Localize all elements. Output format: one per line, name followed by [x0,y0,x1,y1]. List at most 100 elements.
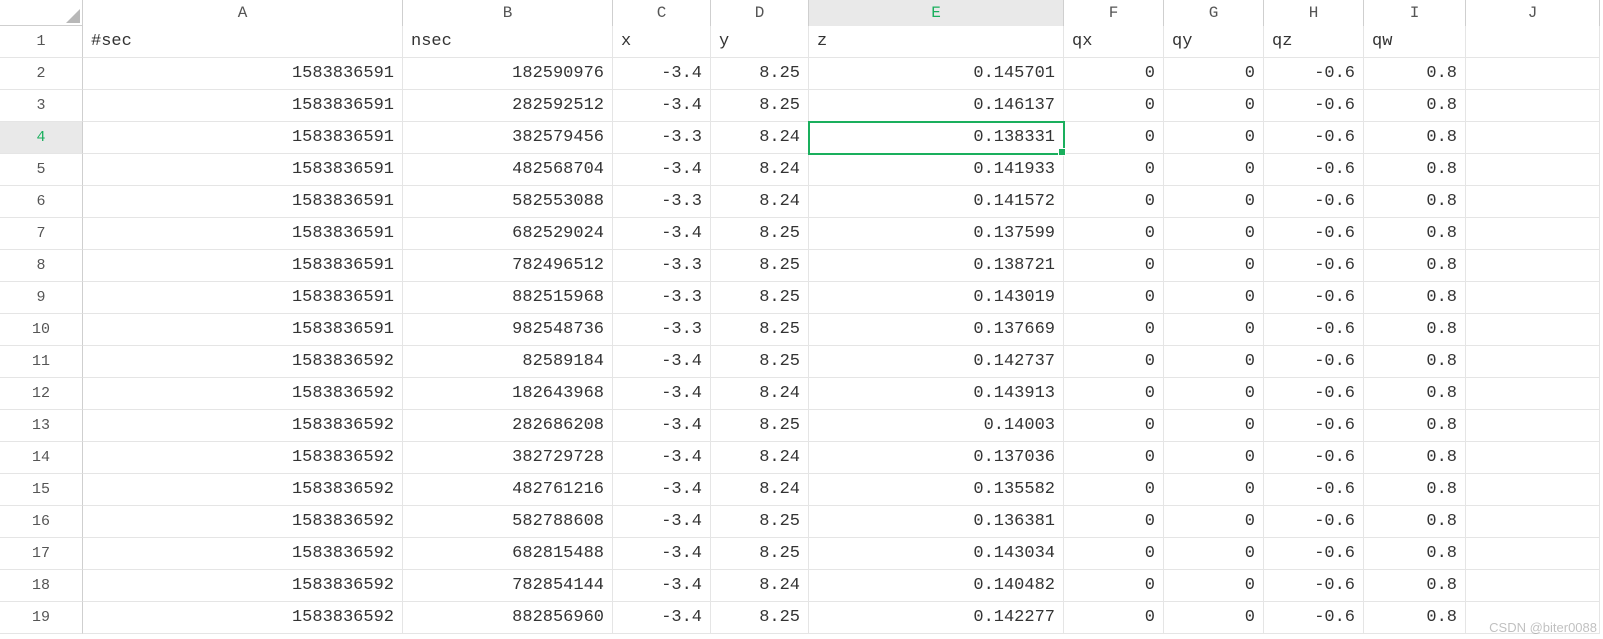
cell-D10[interactable]: 8.25 [711,314,809,346]
spreadsheet-viewport[interactable]: ABCDEFGHIJ 12345678910111213141516171819… [0,0,1603,639]
cell-B15[interactable]: 482761216 [403,474,613,506]
cell-F1[interactable]: qx [1064,26,1164,58]
cell-E13[interactable]: 0.14003 [809,410,1064,442]
cell-C7[interactable]: -3.4 [613,218,711,250]
cell-J7[interactable] [1466,218,1600,250]
cell-G17[interactable]: 0 [1164,538,1264,570]
cell-G18[interactable]: 0 [1164,570,1264,602]
row-header-14[interactable]: 14 [0,442,83,474]
cell-C17[interactable]: -3.4 [613,538,711,570]
cell-F18[interactable]: 0 [1064,570,1164,602]
cell-B4[interactable]: 382579456 [403,122,613,154]
cell-D2[interactable]: 8.25 [711,58,809,90]
cell-A1[interactable]: #sec [83,26,403,58]
cell-B19[interactable]: 882856960 [403,602,613,634]
cell-E18[interactable]: 0.140482 [809,570,1064,602]
cell-H18[interactable]: -0.6 [1264,570,1364,602]
cell-C5[interactable]: -3.4 [613,154,711,186]
cell-B17[interactable]: 682815488 [403,538,613,570]
cell-J12[interactable] [1466,378,1600,410]
cell-H6[interactable]: -0.6 [1264,186,1364,218]
cell-J5[interactable] [1466,154,1600,186]
cell-F12[interactable]: 0 [1064,378,1164,410]
cell-G3[interactable]: 0 [1164,90,1264,122]
cell-H11[interactable]: -0.6 [1264,346,1364,378]
cell-C16[interactable]: -3.4 [613,506,711,538]
row-header-5[interactable]: 5 [0,154,83,186]
cell-I19[interactable]: 0.8 [1364,602,1466,634]
cell-I3[interactable]: 0.8 [1364,90,1466,122]
row-headers[interactable]: 12345678910111213141516171819 [0,26,83,634]
cell-F13[interactable]: 0 [1064,410,1164,442]
cell-D19[interactable]: 8.25 [711,602,809,634]
cell-J9[interactable] [1466,282,1600,314]
cell-B5[interactable]: 482568704 [403,154,613,186]
cell-E12[interactable]: 0.143913 [809,378,1064,410]
cell-I2[interactable]: 0.8 [1364,58,1466,90]
cell-D11[interactable]: 8.25 [711,346,809,378]
cell-grid[interactable]: #secnsecxyzqxqyqzqw1583836591182590976-3… [83,26,1600,634]
cell-B7[interactable]: 682529024 [403,218,613,250]
cell-A18[interactable]: 1583836592 [83,570,403,602]
cell-H10[interactable]: -0.6 [1264,314,1364,346]
row-header-11[interactable]: 11 [0,346,83,378]
cell-I4[interactable]: 0.8 [1364,122,1466,154]
cell-A2[interactable]: 1583836591 [83,58,403,90]
cell-J3[interactable] [1466,90,1600,122]
cell-D8[interactable]: 8.25 [711,250,809,282]
cell-I9[interactable]: 0.8 [1364,282,1466,314]
cell-G8[interactable]: 0 [1164,250,1264,282]
cell-F4[interactable]: 0 [1064,122,1164,154]
cell-H14[interactable]: -0.6 [1264,442,1364,474]
cell-J15[interactable] [1466,474,1600,506]
cell-E4[interactable]: 0.138331 [809,122,1064,154]
cell-B9[interactable]: 882515968 [403,282,613,314]
cell-I1[interactable]: qw [1364,26,1466,58]
cell-C2[interactable]: -3.4 [613,58,711,90]
cell-A10[interactable]: 1583836591 [83,314,403,346]
cell-D9[interactable]: 8.25 [711,282,809,314]
cell-F6[interactable]: 0 [1064,186,1164,218]
row-header-18[interactable]: 18 [0,570,83,602]
cell-J2[interactable] [1466,58,1600,90]
cell-E1[interactable]: z [809,26,1064,58]
row-header-8[interactable]: 8 [0,250,83,282]
cell-E14[interactable]: 0.137036 [809,442,1064,474]
column-header-H[interactable]: H [1264,0,1364,26]
cell-J6[interactable] [1466,186,1600,218]
cell-G14[interactable]: 0 [1164,442,1264,474]
cell-H12[interactable]: -0.6 [1264,378,1364,410]
cell-B6[interactable]: 582553088 [403,186,613,218]
cell-J16[interactable] [1466,506,1600,538]
cell-J4[interactable] [1466,122,1600,154]
cell-D14[interactable]: 8.24 [711,442,809,474]
cell-D17[interactable]: 8.25 [711,538,809,570]
cell-A7[interactable]: 1583836591 [83,218,403,250]
cell-D5[interactable]: 8.24 [711,154,809,186]
cell-H4[interactable]: -0.6 [1264,122,1364,154]
cell-E10[interactable]: 0.137669 [809,314,1064,346]
cell-E8[interactable]: 0.138721 [809,250,1064,282]
cell-J14[interactable] [1466,442,1600,474]
cell-E16[interactable]: 0.136381 [809,506,1064,538]
cell-C4[interactable]: -3.3 [613,122,711,154]
cell-G4[interactable]: 0 [1164,122,1264,154]
cell-D12[interactable]: 8.24 [711,378,809,410]
cell-I16[interactable]: 0.8 [1364,506,1466,538]
cell-J11[interactable] [1466,346,1600,378]
row-header-19[interactable]: 19 [0,602,83,634]
row-header-10[interactable]: 10 [0,314,83,346]
cell-G12[interactable]: 0 [1164,378,1264,410]
cell-I14[interactable]: 0.8 [1364,442,1466,474]
select-all-corner[interactable] [0,0,83,26]
cell-A12[interactable]: 1583836592 [83,378,403,410]
cell-B14[interactable]: 382729728 [403,442,613,474]
cell-J8[interactable] [1466,250,1600,282]
cell-C9[interactable]: -3.3 [613,282,711,314]
cell-G13[interactable]: 0 [1164,410,1264,442]
cell-C3[interactable]: -3.4 [613,90,711,122]
cell-E7[interactable]: 0.137599 [809,218,1064,250]
cell-C13[interactable]: -3.4 [613,410,711,442]
cell-D7[interactable]: 8.25 [711,218,809,250]
cell-J18[interactable] [1466,570,1600,602]
